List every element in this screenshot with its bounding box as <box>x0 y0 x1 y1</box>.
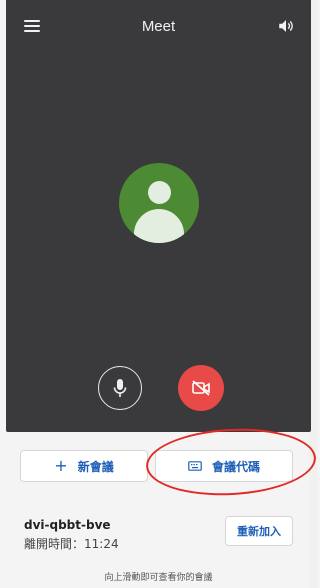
microphone-icon <box>113 379 127 397</box>
avatar-head <box>148 181 171 204</box>
camera-toggle-button[interactable] <box>178 365 224 411</box>
annotation-circle <box>144 424 318 500</box>
camera-off-icon <box>192 380 210 396</box>
user-avatar <box>119 163 199 243</box>
avatar-shoulders <box>134 209 184 243</box>
new-meeting-label: 新會議 <box>77 459 114 474</box>
top-bar: Meet <box>6 0 311 56</box>
volume-icon[interactable] <box>277 17 295 35</box>
rejoin-button[interactable]: 重新加入 <box>225 516 293 546</box>
app-title: Meet <box>141 18 176 35</box>
recent-meeting-id: dvi-qbbt-bve <box>24 518 111 532</box>
microphone-button[interactable] <box>98 366 142 410</box>
camera-preview: Meet <box>6 0 311 432</box>
left-time-text: 離開時間：11:24 <box>24 537 119 551</box>
new-meeting-button[interactable]: + 新會議 <box>20 450 148 482</box>
swipe-hint: 向上滑動即可查看你的會議 <box>104 573 213 583</box>
plus-icon: + <box>54 456 68 475</box>
